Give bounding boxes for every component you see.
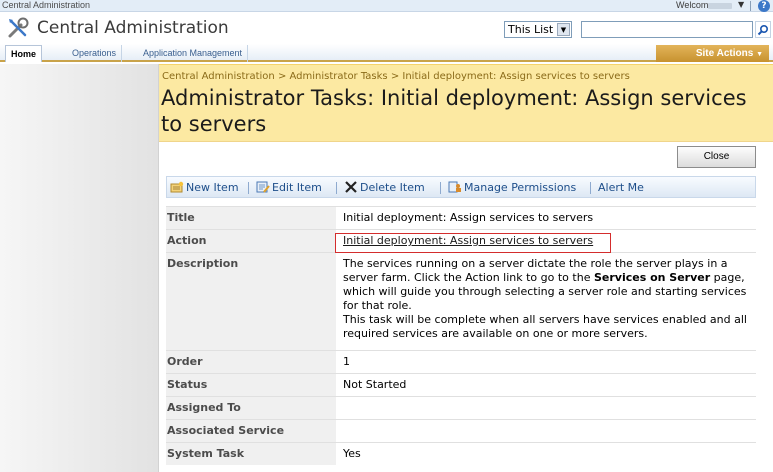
chevron-down-icon: ▼ bbox=[756, 51, 763, 58]
edit-item-button[interactable]: Edit Item bbox=[256, 180, 322, 196]
delete-x-icon bbox=[345, 181, 357, 193]
field-label-action: Action bbox=[166, 230, 336, 252]
field-label-description: Description bbox=[166, 253, 336, 350]
edit-icon bbox=[256, 181, 270, 193]
field-label-title: Title bbox=[166, 207, 336, 229]
site-header: Central Administration This List ▼ bbox=[0, 13, 773, 43]
alert-me-button[interactable]: Alert Me bbox=[598, 180, 644, 196]
help-icon[interactable]: ? bbox=[758, 0, 770, 12]
description-completion-text: This task will be complete when all serv… bbox=[343, 313, 747, 340]
search-icon[interactable] bbox=[755, 21, 771, 38]
field-value-title: Initial deployment: Assign services to s… bbox=[343, 211, 594, 224]
site-actions-menu[interactable]: Site Actions ▼ bbox=[656, 45, 769, 62]
field-value-description: The services running on a server dictate… bbox=[337, 253, 756, 350]
services-on-server-text: Services on Server bbox=[593, 271, 711, 284]
divider bbox=[336, 182, 337, 194]
field-value-status: Not Started bbox=[343, 378, 407, 391]
search-input[interactable] bbox=[581, 21, 753, 38]
tab-application-management[interactable]: Application Management bbox=[138, 45, 249, 62]
field-value-assigned-to bbox=[337, 397, 756, 419]
new-item-label: New Item bbox=[186, 181, 239, 194]
tools-icon bbox=[8, 17, 29, 38]
edit-item-label: Edit Item bbox=[272, 181, 322, 194]
field-label-system-task: System Task bbox=[166, 443, 336, 465]
top-navigation: Home Operations Application Management S… bbox=[0, 44, 773, 62]
field-label-associated-service: Associated Service bbox=[166, 420, 336, 442]
chevron-down-icon[interactable]: ▼ bbox=[557, 23, 570, 36]
search-scope-value: This List bbox=[508, 23, 554, 36]
table-row: Description The services running on a se… bbox=[166, 252, 756, 350]
delete-item-label: Delete Item bbox=[360, 181, 425, 194]
site-name-link[interactable]: Central Administration bbox=[2, 0, 90, 10]
site-actions-label: Site Actions bbox=[695, 48, 754, 59]
user-name-redacted[interactable] bbox=[708, 3, 732, 9]
divider bbox=[248, 182, 249, 194]
field-value-order: 1 bbox=[343, 355, 350, 368]
global-top-bar: Central Administration Welcome ▼ ? bbox=[0, 0, 773, 12]
divider bbox=[750, 1, 751, 11]
permissions-icon bbox=[448, 181, 461, 193]
tab-operations[interactable]: Operations bbox=[67, 45, 123, 62]
divider bbox=[590, 182, 591, 194]
field-value-associated-service bbox=[337, 420, 756, 442]
app-title[interactable]: Central Administration bbox=[37, 18, 229, 38]
page-title-area: Central Administration > Administrator T… bbox=[159, 64, 773, 142]
manage-permissions-button[interactable]: Manage Permissions bbox=[448, 180, 576, 196]
field-label-assigned-to: Assigned To bbox=[166, 397, 336, 419]
table-row: Associated Service bbox=[166, 419, 756, 442]
item-toolbar: New Item Edit Item Delete Item Manage Pe… bbox=[166, 176, 756, 198]
divider bbox=[440, 182, 441, 194]
table-row: Status Not Started bbox=[166, 373, 756, 396]
manage-permissions-label: Manage Permissions bbox=[464, 181, 577, 194]
close-button[interactable]: Close bbox=[677, 146, 756, 168]
new-item-icon bbox=[170, 181, 184, 193]
field-value-system-task: Yes bbox=[343, 447, 361, 460]
table-row: System Task Yes bbox=[166, 442, 756, 465]
table-row: Title Initial deployment: Assign service… bbox=[166, 206, 756, 229]
search-scope-select[interactable]: This List ▼ bbox=[504, 21, 572, 38]
user-menu-chevron-down-icon[interactable]: ▼ bbox=[738, 0, 744, 9]
page-title: Administrator Tasks: Initial deployment:… bbox=[161, 86, 747, 136]
delete-item-button[interactable]: Delete Item bbox=[344, 180, 425, 196]
field-label-status: Status bbox=[166, 374, 336, 396]
highlight-box bbox=[335, 233, 611, 253]
table-row: Order 1 bbox=[166, 350, 756, 373]
left-navigation-panel bbox=[0, 64, 159, 472]
new-item-button[interactable]: New Item bbox=[170, 180, 239, 196]
tab-home[interactable]: Home bbox=[5, 45, 43, 62]
breadcrumb[interactable]: Central Administration > Administrator T… bbox=[162, 71, 630, 82]
field-label-order: Order bbox=[166, 351, 336, 373]
table-row: Assigned To bbox=[166, 396, 756, 419]
